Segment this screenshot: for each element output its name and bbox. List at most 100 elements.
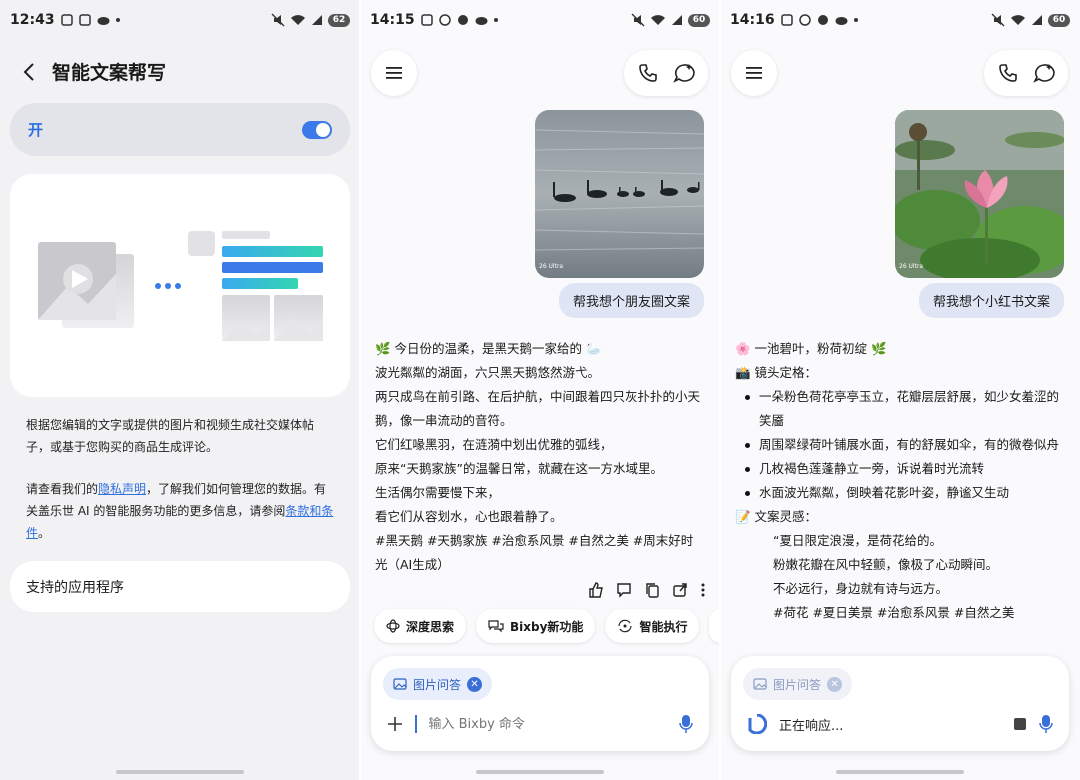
- privacy-post: 。: [38, 526, 51, 540]
- close-icon[interactable]: ✕: [827, 676, 843, 692]
- image-qa-label: 图片问答: [773, 677, 822, 692]
- phone-icon[interactable]: [998, 63, 1018, 83]
- cloud-icon: [97, 17, 110, 25]
- image-qa-chip[interactable]: 图片问答 ✕: [743, 668, 853, 700]
- cloud-icon: [475, 17, 488, 25]
- chip-label: Bixby新功能: [510, 619, 584, 634]
- quote-line: 不必远行，身边就有诗与远方。: [773, 581, 949, 596]
- stop-icon[interactable]: [1013, 717, 1027, 731]
- quote-line: “夏日限定浪漫，是荷花给的。: [773, 533, 942, 548]
- screenshot-icon: [78, 14, 91, 26]
- toggle-switch[interactable]: [302, 120, 332, 139]
- status-icons: [780, 14, 858, 26]
- privacy-link[interactable]: 隐私声明: [98, 482, 146, 496]
- cloud-icon: [835, 17, 848, 25]
- call-chat-buttons: [624, 50, 708, 96]
- response-line: #黑天鹅 #天鹅家族 #治愈系风景 #自然之美 #周末好时光（AI生成）: [375, 533, 694, 572]
- image-qa-label: 图片问答: [413, 677, 462, 692]
- master-switch-card[interactable]: 开: [10, 103, 350, 156]
- chip-deep-thinking[interactable]: 深度思索: [374, 609, 467, 643]
- battery-badge: 62: [328, 13, 350, 27]
- input-row: 正在响应...: [747, 714, 1053, 734]
- command-input-box: 图片问答 ✕: [371, 656, 709, 751]
- status-time: 14:15: [370, 12, 415, 28]
- status-time: 14:16: [730, 12, 775, 28]
- message-bubble-icon[interactable]: [1032, 63, 1055, 83]
- message-bubble-icon[interactable]: [672, 63, 695, 83]
- swan-lake-image: [535, 110, 704, 278]
- menu-button[interactable]: [371, 50, 417, 96]
- home-indicator[interactable]: [116, 770, 244, 774]
- image-icon: [393, 678, 407, 690]
- user-message: 帮我想个朋友圈文案: [558, 283, 704, 318]
- hamburger-icon: [386, 67, 402, 79]
- sync-icon: [618, 619, 633, 633]
- status-right: 60: [631, 13, 710, 27]
- thumbs-up-icon[interactable]: [588, 582, 604, 598]
- close-icon[interactable]: ✕: [467, 676, 483, 692]
- text-caret: [415, 715, 417, 733]
- bullet-list: 一朵粉色荷花亭亭玉立，花瓣层层舒展，如少女羞涩的笑靥 周围翠绿荷叶铺展水面，有的…: [735, 385, 1065, 505]
- switch-label: 开: [28, 121, 44, 139]
- image-icon: [753, 678, 767, 690]
- hamburger-icon: [746, 67, 762, 79]
- list-item: 周围翠绿荷叶铺展水面，有的舒展如伞，有的微卷似舟: [745, 433, 1065, 457]
- status-icons: [420, 14, 498, 26]
- plus-icon[interactable]: [387, 716, 403, 732]
- battery-badge: 60: [1048, 13, 1070, 27]
- wifi-icon: [291, 15, 305, 25]
- section-title: 📸 镜头定格：: [735, 365, 818, 380]
- illustration-card: [10, 174, 350, 397]
- response-line: 🌿 今日份的温柔，是黑天鹅一家给的 🦢: [375, 341, 602, 356]
- screenshot-icon: [420, 14, 433, 26]
- supported-apps-item[interactable]: 支持的应用程序: [10, 561, 350, 612]
- chip-label: 智能执行: [639, 619, 688, 634]
- home-indicator[interactable]: [836, 770, 964, 774]
- response-line: 波光粼粼的湖面，六只黑天鹅悠然游弋。: [375, 365, 601, 380]
- section-title: 📝 文案灵感：: [735, 509, 818, 524]
- home-indicator[interactable]: [476, 770, 604, 774]
- response-heading: 🌸 一池碧叶，粉荷初绽 🌿: [735, 341, 887, 356]
- status-right: 62: [271, 13, 350, 27]
- back-arrow-icon[interactable]: [22, 62, 36, 82]
- mute-icon: [271, 13, 285, 27]
- suggestion-chips: 深度思索 Bixby新功能 智能执行: [374, 609, 720, 643]
- comment-icon[interactable]: [616, 582, 632, 598]
- chat-bubbles-icon: [488, 620, 504, 633]
- more-icon[interactable]: [700, 582, 706, 598]
- wifi-icon: [1011, 15, 1025, 25]
- dot-icon: [493, 18, 498, 22]
- shield-icon: [457, 15, 468, 25]
- chip-bixby-new[interactable]: Bixby新功能: [476, 609, 596, 643]
- menu-button[interactable]: [731, 50, 777, 96]
- chip-smart-execute[interactable]: 智能执行: [605, 609, 700, 643]
- chat-panel-swans: 14:15 60 26 Ultra 帮我想个朋友圈文案 🌿 今日份的温柔，是黑天…: [360, 0, 720, 780]
- panel-divider: [719, 0, 721, 780]
- lotus-photo[interactable]: 26 Ultra: [895, 110, 1064, 278]
- status-right: 60: [991, 13, 1070, 27]
- command-input[interactable]: [428, 716, 667, 732]
- supported-apps-label: 支持的应用程序: [26, 579, 124, 596]
- status-bar: 12:43 62: [0, 0, 360, 40]
- microphone-icon[interactable]: [679, 714, 693, 734]
- chip-label: 深度思索: [406, 619, 455, 634]
- command-input-box: 图片问答 ✕ 正在响应...: [731, 656, 1069, 751]
- copy-icon[interactable]: [644, 582, 660, 598]
- quote-line: 粉嫩花瓣在风中轻颤，像极了心动瞬间。: [773, 557, 999, 572]
- microphone-icon[interactable]: [1039, 714, 1053, 734]
- dot-icon: [115, 18, 120, 22]
- assistant-response: 🌸 一池碧叶，粉荷初绽 🌿 📸 镜头定格： 一朵粉色荷花亭亭玉立，花瓣层层舒展，…: [735, 337, 1065, 625]
- swan-photo[interactable]: 26 Ultra: [535, 110, 704, 278]
- response-line: 原来“天鹅家族”的温馨日常，就藏在这一方水域里。: [375, 461, 663, 476]
- list-item: 几枚褐色莲蓬静立一旁，诉说着时光流转: [745, 457, 1065, 481]
- phone-icon[interactable]: [638, 63, 658, 83]
- photo-watermark: 26 Ultra: [899, 263, 924, 270]
- share-icon[interactable]: [672, 582, 688, 598]
- response-line: 它们红喙黑羽，在涟漪中划出优雅的弧线，: [375, 437, 613, 452]
- privacy-text: 请查看我们的隐私声明，了解我们如何管理您的数据。有关盖乐世 AI 的智能服务功能…: [26, 478, 336, 544]
- wifi-icon: [651, 15, 665, 25]
- status-bar: 14:15 60: [360, 0, 720, 40]
- image-qa-chip[interactable]: 图片问答 ✕: [383, 668, 493, 700]
- dot-icon: [853, 18, 858, 22]
- shield-icon: [817, 15, 828, 25]
